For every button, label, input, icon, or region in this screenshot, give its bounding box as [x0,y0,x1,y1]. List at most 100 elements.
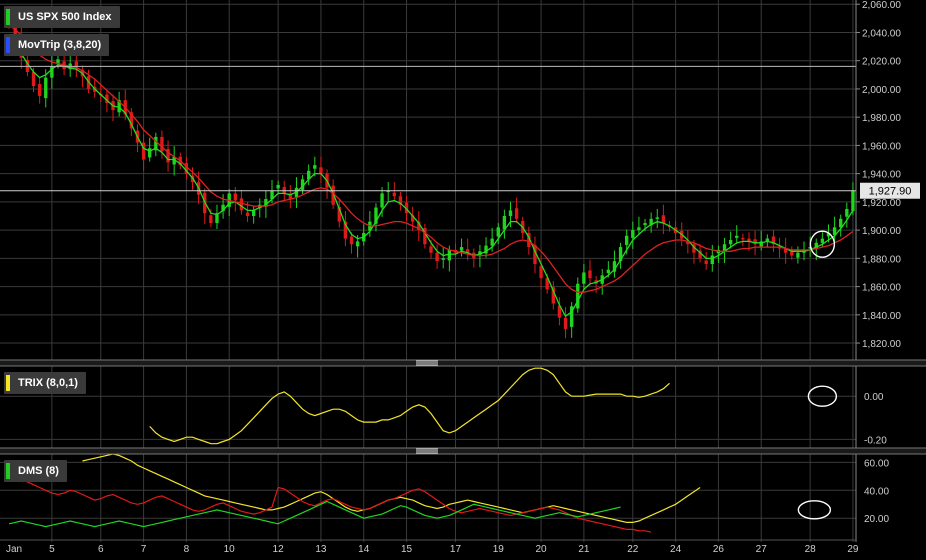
date-tick-label-0: Jan [6,544,22,555]
date-tick-label-1: 5 [49,544,55,555]
candle-body-61 [380,193,384,208]
trix-tick-label-0: -0.20 [864,435,887,446]
candle-body-69 [429,246,433,253]
candle-body-80 [496,227,500,237]
date-tick-label-3: 7 [141,544,147,555]
dms-tick-label-0: 20.00 [864,514,889,525]
candle-body-83 [514,208,519,219]
pane-divider-1[interactable] [0,448,926,454]
price-tick-label-9: 2,000.00 [862,85,901,96]
date-tick-label-17: 27 [756,544,768,555]
price-tick-label-8: 1,980.00 [862,113,901,124]
last-price-flag: 1,927.90 [860,182,920,199]
candle-body-103 [637,227,641,231]
candle-body-107 [661,215,666,224]
last-price-label: 1,927.90 [869,186,912,198]
date-tick-label-5: 10 [224,544,236,555]
legend-main[interactable]: US SPX 500 Index [4,6,120,28]
candle-body-23 [148,148,152,158]
legend-movtrip-swatch [6,37,10,53]
candle-body-37 [233,193,237,201]
date-tick-label-7: 13 [315,544,327,555]
date-tick-label-14: 22 [627,544,639,555]
candle-body-106 [655,217,659,219]
candle-body-72 [447,249,452,261]
candle-body-94 [582,272,586,284]
price-tick-label-3: 1,880.00 [862,254,901,265]
date-tick-label-9: 15 [401,544,413,555]
pane-divider-0[interactable] [0,360,926,366]
candle-body-114 [704,260,708,264]
chart-canvas: 1,820.00 1,840.00 1,860.00 1,880.00 1,900.00… [0,0,926,560]
candle-body-120 [741,237,745,240]
legend-dms[interactable]: DMS (8) [4,460,67,482]
price-tick-label-10: 2,020.00 [862,57,901,68]
price-tick-label-5: 1,920.00 [862,198,901,209]
date-tick-label-4: 8 [184,544,190,555]
legend-trix-swatch [6,375,10,391]
legend-dms-swatch [6,463,10,479]
legend-main-label: US SPX 500 Index [18,11,112,23]
price-tick-label-6: 1,940.00 [862,170,901,181]
candle-body-71 [441,258,445,260]
candle-body-38 [239,198,244,211]
legend-main-swatch [6,9,10,25]
legend-movtrip-label: MovTrip (3,8,20) [18,39,102,51]
candle-body-138 [851,190,855,212]
price-tick-label-12: 2,060.00 [862,0,901,11]
candle-body-39 [245,212,250,216]
price-tick-label-1: 1,840.00 [862,311,901,322]
date-tick-label-13: 21 [578,544,590,555]
candle-body-57 [355,241,360,247]
dms-tick-label-2: 60.00 [864,458,889,469]
candle-body-133 [820,238,825,243]
candle-body-25 [160,136,164,152]
date-tick-label-6: 12 [273,544,285,555]
legend-trix-label: TRIX (8,0,1) [18,377,78,389]
date-tick-label-8: 14 [358,544,370,555]
legend-dms-label: DMS (8) [18,465,59,477]
candle-body-101 [625,235,629,245]
date-tick-label-12: 20 [536,544,548,555]
candle-body-104 [643,223,647,226]
candle-body-118 [728,240,733,245]
candle-body-6 [44,77,48,99]
price-tick-label-7: 1,960.00 [862,141,901,152]
candle-body-33 [209,215,213,224]
trix-tick-label-1: 0.00 [864,392,884,403]
candle-body-82 [508,210,513,216]
candle-body-129 [796,252,800,258]
candle-body-91 [563,317,568,329]
candle-body-51 [319,167,323,174]
candle-body-5 [37,84,42,96]
candle-body-63 [392,192,396,197]
candle-body-74 [459,247,464,251]
date-tick-label-15: 24 [670,544,682,555]
candle-body-93 [576,283,580,309]
date-tick-label-18: 28 [805,544,817,555]
candle-body-102 [631,230,635,238]
date-tick-label-10: 17 [450,544,462,555]
candle-body-137 [845,208,849,217]
date-tick-label-2: 6 [98,544,104,555]
price-tick-label-11: 2,040.00 [862,28,901,39]
candle-body-4 [31,72,36,87]
candle-body-44 [276,184,280,189]
candle-body-56 [349,236,354,245]
candle-body-95 [588,270,592,279]
legend-trix[interactable]: TRIX (8,0,1) [4,372,86,394]
chart-background [0,0,926,560]
legend-movtrip[interactable]: MovTrip (3,8,20) [4,34,110,56]
candle-body-40 [251,210,256,216]
candle-body-115 [710,255,714,264]
candle-body-50 [313,165,317,169]
candle-body-98 [606,269,611,274]
price-tick-label-2: 1,860.00 [862,283,901,294]
candle-body-70 [435,252,439,262]
date-tick-label-19: 29 [847,544,859,555]
candle-body-122 [753,239,757,245]
date-tick-label-11: 19 [493,544,505,555]
dms-tick-label-1: 40.00 [864,486,889,497]
candle-body-87 [539,266,543,279]
candle-body-119 [735,235,739,238]
